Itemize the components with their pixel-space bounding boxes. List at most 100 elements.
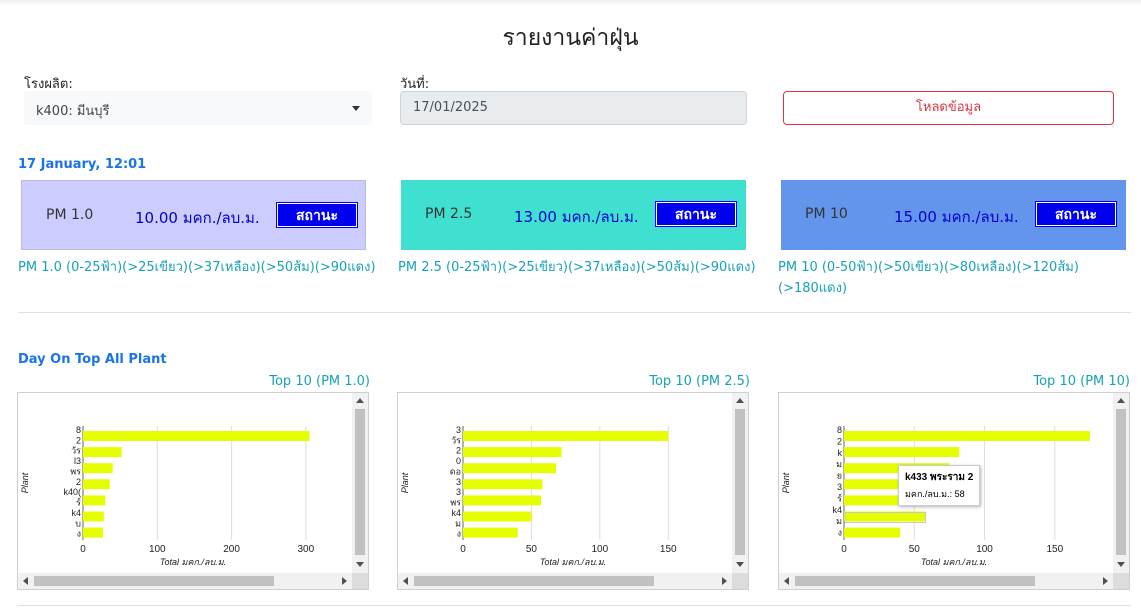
bar [83,495,106,506]
bar [463,527,518,538]
pm-name: PM 2.5 [425,206,473,222]
y-tick-label: ย [837,471,842,481]
horizontal-scrollbar[interactable] [398,573,732,589]
scroll-right-icon[interactable] [342,577,347,585]
bar [463,431,669,441]
bar [463,511,532,522]
y-tick-label: 2 [456,446,461,456]
x-tick-label: 0 [841,544,847,555]
y-tick-label: k4 [832,505,842,515]
chart-title-pm25: Top 10 (PM 2.5) [649,374,750,389]
horizontal-scrollbar[interactable] [18,573,352,589]
bar [83,431,310,441]
horizontal-scrollbar[interactable] [779,573,1113,589]
y-tick-label: k40( [63,487,81,497]
scroll-right-icon[interactable] [722,577,727,585]
scroll-up-icon[interactable] [356,398,364,403]
pm-card-pm25: PM 2.5 13.00 มคก./ลบ.ม. สถานะ [401,180,746,250]
x-tick-label: 100 [591,544,608,555]
y-tick-label: k4 [451,508,461,518]
y-tick-label: ดอ [450,466,461,476]
y-tick-label: พร [70,466,81,476]
chart-title-pm10: Top 10 (PM 10) [1033,374,1130,389]
y-tick-label: 8 [837,425,842,435]
bar [83,527,104,538]
scroll-thumb[interactable] [414,576,654,586]
y-tick-label: บ [75,518,81,528]
pm10-legend: PM 10 (0-50ฟ้า)(>50เขียว)(>80เหลือง)(>12… [778,257,1118,299]
top-shade [0,0,1141,6]
scroll-up-icon[interactable] [736,398,744,403]
scroll-down-icon[interactable] [356,562,364,567]
chevron-down-icon [352,106,360,111]
scroll-right-icon[interactable] [1103,577,1108,585]
bar [463,479,543,490]
scroll-thumb[interactable] [795,576,1035,586]
scroll-down-icon[interactable] [1117,562,1125,567]
scroll-down-icon[interactable] [736,562,744,567]
load-data-button[interactable]: โหลดข้อมูล [783,91,1114,125]
pm10-legend-line1: PM 10 (0-50ฟ้า)(>50เขียว)(>80เหลือง)(>12… [778,260,1079,275]
y-tick-label: ง [457,529,461,539]
section-title: Day On Top All Plant [18,352,167,367]
y-tick-label: ม [836,516,842,526]
pm-value: 13.00 มคก./ลบ.ม. [514,208,639,226]
y-tick-label: พร [450,498,461,508]
scroll-thumb[interactable] [735,409,745,555]
y-tick-label: ง [77,529,81,539]
status-button[interactable]: สถานะ [276,202,358,228]
pm-value: 10.00 มคก./ลบ.ม. [135,209,260,227]
vertical-scrollbar[interactable] [1113,393,1129,573]
date-input[interactable]: 17/01/2025 [400,91,747,125]
x-axis-label: Total มคก./ลบ.ม. [540,557,606,567]
y-tick-label: ม [836,459,842,469]
scroll-thumb[interactable] [355,409,365,555]
chart-pm25: 0 50 100 150 3 วัร 2 0 ดอ 3 3 พร k4 มง Total มคก./ลบ.ม… [397,392,749,590]
x-tick-label: 300 [298,544,315,555]
bar [83,463,113,474]
y-tick-label: l3 [74,456,81,466]
scroll-thumb[interactable] [1116,409,1126,555]
x-axis-label: Total มคก./ลบ.ม. [160,557,226,567]
scroll-up-icon[interactable] [1117,398,1125,403]
x-tick-label: 0 [80,544,86,555]
status-button[interactable]: สถานะ [1035,201,1117,227]
scroll-corner [352,573,368,589]
y-tick-label: 3 [456,425,461,435]
chart-pm1: 0 100 200 300 8 2 วัร l3 พร 2 k40(ร์ k4 บง Total มคก.… [17,392,369,590]
plant-select[interactable]: k400: มีนบุรี [24,91,372,125]
page-title: รายงานค่าฝุ่น [502,25,639,51]
pm-name: PM 10 [805,206,848,222]
scroll-corner [732,573,748,589]
x-tick-label: 50 [526,544,538,555]
pm-card-pm1: PM 1.0 10.00 มคก./ลบ.ม. สถานะ [21,180,366,250]
scroll-corner [1113,573,1129,589]
scroll-left-icon[interactable] [403,577,408,585]
y-tick-label: ง [838,528,842,538]
x-tick-label: 100 [976,544,993,555]
bar [463,495,541,506]
status-button[interactable]: สถานะ [655,201,737,227]
scroll-left-icon[interactable] [23,577,28,585]
x-tick-label: 100 [149,544,166,555]
x-tick-label: 150 [1046,544,1063,555]
bar [463,447,562,458]
divider [18,312,1131,313]
scroll-left-icon[interactable] [784,577,789,585]
bar [844,527,901,538]
chart-title-pm1: Top 10 (PM 1.0) [269,374,370,389]
x-tick-label: 50 [909,544,921,555]
y-tick-label: ม [455,518,461,528]
vertical-scrollbar[interactable] [352,393,368,573]
bar [83,447,122,458]
pm-card-pm10: PM 10 15.00 มคก./ลบ.ม. สถานะ [781,180,1126,250]
y-tick-label: 2 [76,435,81,445]
y-tick-label: 3 [456,487,461,497]
chart-tooltip: k433 พระราม 2 มคก./ลบ.ม.: 58 [898,465,981,506]
tooltip-value: มคก./ลบ.ม.: 58 [905,489,965,499]
bar [463,463,557,474]
scroll-thumb[interactable] [34,576,274,586]
pm-value: 15.00 มคก./ลบ.ม. [894,208,1019,226]
vertical-scrollbar[interactable] [732,393,748,573]
plant-select-value: k400: มีนบุรี [36,104,110,119]
